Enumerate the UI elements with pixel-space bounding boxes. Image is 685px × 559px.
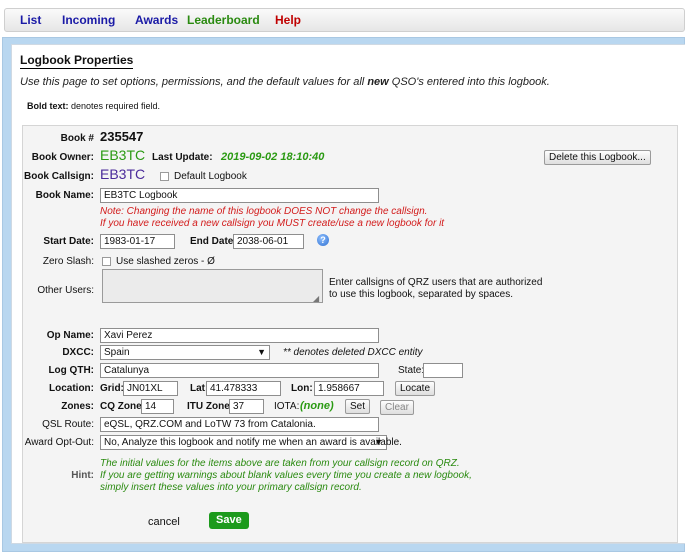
iota-set-button[interactable]: Set — [345, 399, 371, 414]
page-title: Logbook Properties — [20, 53, 134, 69]
lon-label: Lon: — [291, 383, 313, 394]
book-name-label: Book Name: — [35, 190, 94, 201]
iota-clear-button[interactable]: Clear — [380, 400, 414, 415]
intro-before: Use this page to set options, permission… — [20, 76, 368, 88]
textarea-resize-handle-icon[interactable]: ◢ — [313, 294, 319, 303]
save-button[interactable]: Save — [209, 512, 249, 529]
content-panel: Logbook Properties Use this page to set … — [11, 44, 685, 544]
book-number-label: Book # — [60, 133, 94, 144]
hint-line3: simply insert these values into your pri… — [100, 482, 362, 493]
iota-label: IOTA: — [274, 401, 300, 412]
book-callsign-value: EB3TC — [100, 166, 146, 182]
log-qth-input[interactable]: Catalunya — [100, 363, 379, 378]
cq-zone-input[interactable]: 14 — [141, 399, 174, 414]
itu-zone-input[interactable]: 37 — [229, 399, 264, 414]
zero-slash-label: Zero Slash: — [42, 256, 94, 267]
dxcc-label: DXCC: — [62, 347, 94, 358]
log-qth-label: Log QTH: — [48, 365, 94, 376]
required-legend-label: Bold text: — [27, 101, 69, 111]
award-optout-select[interactable]: No, Analyze this logbook and notify me w… — [100, 435, 402, 450]
other-users-textarea[interactable] — [102, 269, 323, 303]
award-optout-selected: No, Analyze this logbook and notify me w… — [104, 437, 402, 448]
iota-value: (none) — [300, 400, 334, 412]
itu-zone-label: ITU Zone: — [187, 401, 234, 412]
book-number-value: 235547 — [100, 129, 144, 144]
start-date-input[interactable]: 1983-01-17 — [100, 234, 175, 249]
zero-slash-option-label: Use slashed zeros - Ø — [116, 256, 215, 267]
award-optout-label: Award Opt-Out: — [24, 437, 94, 448]
grid-input[interactable]: JN01XL — [123, 381, 178, 396]
dxcc-selected: Spain — [104, 347, 130, 358]
hint-label: Hint: — [71, 470, 94, 481]
book-name-input[interactable]: EB3TC Logbook — [100, 188, 379, 203]
intro-after: QSO's entered into this logbook. — [388, 76, 550, 88]
name-note-line1: Note: Changing the name of this logbook … — [100, 206, 428, 217]
intro-text: Use this page to set options, permission… — [20, 76, 550, 88]
qsl-route-input[interactable]: eQSL, QRZ.COM and LoTW 73 from Catalonia… — [100, 417, 379, 432]
intro-bold: new — [367, 76, 389, 88]
chevron-down-icon: ▼ — [257, 347, 266, 357]
book-callsign-label: Book Callsign: — [23, 171, 94, 182]
nav-awards[interactable]: Awards — [135, 13, 178, 27]
required-legend-desc: denotes required field. — [68, 101, 161, 111]
hint-line1: The initial values for the items above a… — [100, 458, 460, 469]
end-date-input[interactable]: 2038-06-01 — [233, 234, 304, 249]
state-input[interactable] — [423, 363, 463, 378]
nav-help[interactable]: Help — [275, 13, 301, 27]
help-icon[interactable]: ? — [317, 234, 329, 246]
lon-input[interactable]: 1.958667 — [314, 381, 384, 396]
op-name-input[interactable]: Xavi Perez — [100, 328, 379, 343]
cq-zone-label: CQ Zone: — [100, 401, 145, 412]
zones-label: Zones: — [61, 401, 94, 412]
dxcc-note: ** denotes deleted DXCC entity — [283, 347, 423, 358]
name-note-line2: If you have received a new callsign you … — [100, 218, 445, 229]
default-logbook-label: Default Logbook — [174, 171, 247, 182]
delete-logbook-button[interactable]: Delete this Logbook... — [544, 150, 651, 165]
locate-button[interactable]: Locate — [395, 381, 436, 396]
op-name-label: Op Name: — [46, 330, 94, 341]
other-users-desc-line1: Enter callsigns of QRZ users that are au… — [329, 277, 543, 288]
nav-leaderboard[interactable]: Leaderboard — [187, 13, 260, 27]
default-logbook-checkbox[interactable] — [160, 172, 169, 181]
zero-slash-checkbox[interactable] — [102, 257, 111, 266]
nav-list[interactable]: List — [20, 13, 41, 27]
chevron-down-icon: ▼ — [374, 437, 383, 447]
end-date-label: End Date: — [190, 236, 237, 247]
book-owner-label: Book Owner: — [31, 152, 94, 163]
other-users-desc-line2: to use this logbook, separated by spaces… — [329, 289, 514, 300]
nav-incoming[interactable]: Incoming — [62, 13, 115, 27]
dxcc-select[interactable]: Spain ▼ — [100, 345, 270, 360]
top-nav-bar: List Incoming Awards Leaderboard Help — [4, 8, 685, 32]
other-users-label: Other Users: — [37, 285, 94, 296]
cancel-link[interactable]: cancel — [148, 516, 180, 528]
qsl-route-label: QSL Route: — [42, 419, 94, 430]
last-update-label: Last Update: — [152, 152, 213, 163]
last-update-value: 2019-09-02 18:10:40 — [221, 151, 325, 163]
lat-input[interactable]: 41.478333 — [206, 381, 281, 396]
state-label: State: — [398, 365, 425, 376]
grid-label: Grid: — [100, 383, 124, 394]
book-owner-value: EB3TC — [100, 147, 146, 163]
start-date-label: Start Date: — [43, 236, 94, 247]
properties-panel: Book # 235547 Book Owner: EB3TC Last Upd… — [22, 125, 678, 543]
content-frame: Logbook Properties Use this page to set … — [2, 37, 685, 552]
required-legend: Bold text: denotes required field. — [27, 101, 160, 111]
hint-line2: If you are getting warnings about blank … — [100, 470, 472, 481]
location-label: Location: — [49, 383, 94, 394]
